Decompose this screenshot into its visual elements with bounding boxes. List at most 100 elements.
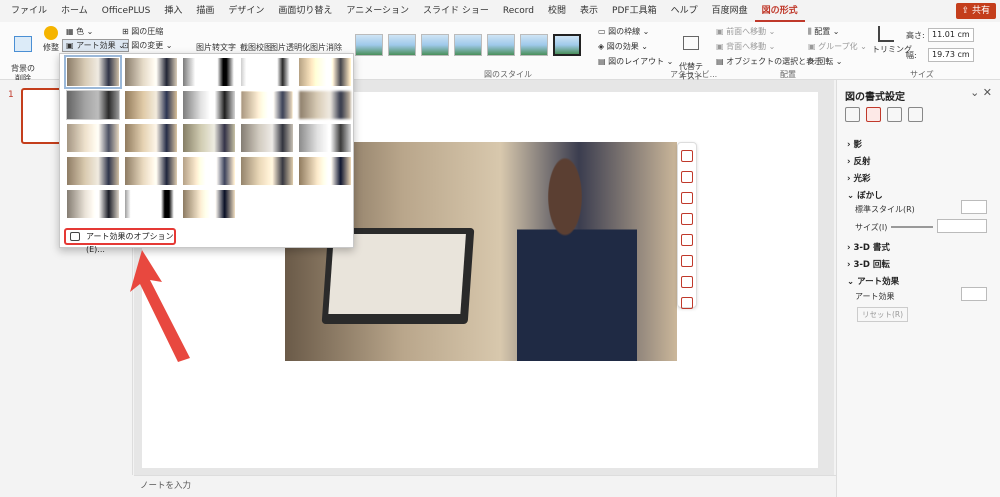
section-art-effects[interactable]: ⌄ アート効果 xyxy=(847,275,899,287)
art-effect-watercolor[interactable] xyxy=(124,123,178,153)
share-button[interactable]: ⇪ 共有 xyxy=(955,3,996,19)
remove-background-button[interactable]: 背景の 削除 xyxy=(8,26,38,84)
image-tool-icon[interactable] xyxy=(681,276,693,288)
copy-tool-icon[interactable] xyxy=(681,255,693,267)
soft-edge-size-input[interactable] xyxy=(937,219,987,233)
soft-edge-size-slider[interactable] xyxy=(891,226,933,228)
soft-edge-preset-dropdown[interactable] xyxy=(961,200,987,214)
corrections-button[interactable]: 修整 xyxy=(40,26,62,53)
art-effect-pencil-sketch[interactable] xyxy=(240,57,294,87)
section-glow[interactable]: › 光彩 xyxy=(847,172,870,184)
focus-tool-icon[interactable] xyxy=(681,234,693,246)
tab-pdf-tools[interactable]: PDF工具箱 xyxy=(605,0,664,22)
tab-draw[interactable]: 描画 xyxy=(189,0,221,22)
section-soft-edges[interactable]: ⌄ ぼかし xyxy=(847,189,883,201)
send-backward-button[interactable]: ▣ 背面へ移動 ⌄ xyxy=(716,41,775,52)
close-icon[interactable]: ⌄ ✕ xyxy=(970,86,992,99)
art-effect-dropdown[interactable] xyxy=(961,287,987,301)
tab-view[interactable]: 表示 xyxy=(573,0,605,22)
sun-icon xyxy=(44,26,58,40)
selection-pane-button[interactable]: ▤ オブジェクトの選択と表示 xyxy=(716,56,822,67)
art-effect-cutout[interactable] xyxy=(182,123,236,153)
picture-border-button[interactable]: ▭ 図の枠線 ⌄ xyxy=(598,26,649,37)
group-button[interactable]: ▣ グループ化 ⌄ xyxy=(808,41,867,52)
art-effects-button[interactable]: ▣ アート効果 ⌄ xyxy=(62,39,129,52)
art-effect-blur[interactable] xyxy=(298,90,352,120)
crop-tool-icon[interactable] xyxy=(681,150,693,162)
picture-style-7[interactable] xyxy=(553,34,581,56)
bring-forward-button[interactable]: ▣ 前面へ移動 ⌄ xyxy=(716,26,775,37)
art-effect-marker[interactable] xyxy=(124,57,178,87)
picture-style-2[interactable] xyxy=(388,34,416,56)
screenshot-check-button[interactable]: 截图校图 xyxy=(240,42,272,53)
rotate-button[interactable]: ⟳ 回転 ⌄ xyxy=(808,56,843,67)
art-effect-none[interactable] xyxy=(64,55,122,89)
enhance-tool-icon[interactable] xyxy=(681,213,693,225)
tab-officeplus[interactable]: OfficePLUS xyxy=(95,0,158,22)
picture-tab-icon[interactable] xyxy=(908,107,923,122)
section-reflection[interactable]: › 反射 xyxy=(847,155,870,167)
change-picture-button[interactable]: ⊡ 図の変更 ⌄ xyxy=(122,40,173,51)
tab-insert[interactable]: 挿入 xyxy=(157,0,189,22)
arrange-group-label: 配置 xyxy=(780,70,796,79)
tab-file[interactable]: ファイル xyxy=(4,0,54,22)
compress-pictures-button[interactable]: ⊞ 図の圧縮 xyxy=(122,26,163,37)
art-effect-film-grain[interactable] xyxy=(240,123,294,153)
tab-transitions[interactable]: 画面切り替え xyxy=(271,0,339,22)
art-effect-pastels[interactable] xyxy=(240,156,294,186)
picture-layout-button[interactable]: ▤ 図のレイアウト ⌄ xyxy=(598,56,673,67)
tab-picture-format[interactable]: 図の形式 xyxy=(754,0,805,22)
picture-border-icon: ▭ xyxy=(598,27,609,36)
width-input[interactable]: 19.73 cm xyxy=(928,48,974,62)
art-effects-options-item[interactable]: アート効果のオプション(E)... xyxy=(64,228,176,254)
art-effect-mosaic[interactable] xyxy=(298,123,352,153)
picture-effects-button[interactable]: ◈ 図の効果 ⌄ xyxy=(598,41,648,52)
art-effect-glass[interactable] xyxy=(66,189,120,219)
picture-style-6[interactable] xyxy=(520,34,548,56)
art-effect-paint-brush[interactable] xyxy=(182,90,236,120)
img-to-text-button[interactable]: 图片转文字 xyxy=(196,42,236,53)
tab-review[interactable]: 校閲 xyxy=(541,0,573,22)
art-effect-cement[interactable] xyxy=(66,156,120,186)
tab-slideshow[interactable]: スライド ショー xyxy=(416,0,496,22)
effects-tab-icon[interactable] xyxy=(866,107,881,122)
art-effect-line-drawing[interactable] xyxy=(298,57,352,87)
tab-design[interactable]: デザイン xyxy=(221,0,271,22)
fill-line-tab-icon[interactable] xyxy=(845,107,860,122)
size-properties-tab-icon[interactable] xyxy=(887,107,902,122)
tab-animations[interactable]: アニメーション xyxy=(339,0,416,22)
art-effect-plastic-wrap[interactable] xyxy=(298,156,352,186)
art-effect-glow-edges[interactable] xyxy=(182,189,236,219)
notes-bar[interactable]: ノートを入力 xyxy=(134,475,836,497)
align-button[interactable]: ⫼ 配置 ⌄ xyxy=(808,26,839,37)
picture-style-4[interactable] xyxy=(454,34,482,56)
picture-style-5[interactable] xyxy=(487,34,515,56)
art-effect-glow-diffused[interactable] xyxy=(240,90,294,120)
art-effect-texturizer[interactable] xyxy=(124,156,178,186)
img-erase-button[interactable]: 图片消除 xyxy=(310,42,342,53)
crop-button[interactable]: トリミング xyxy=(872,26,912,55)
img-transparent-button[interactable]: 图片透明化 xyxy=(270,42,310,53)
art-effect-light-screen[interactable] xyxy=(66,123,120,153)
split-tool-icon[interactable] xyxy=(681,192,693,204)
section-shadow-label: 影 xyxy=(853,140,862,150)
art-tool-icon[interactable] xyxy=(681,171,693,183)
layout-tool-icon[interactable] xyxy=(681,297,693,309)
section-3d-rotation[interactable]: › 3-D 回転 xyxy=(847,258,890,270)
section-shadow[interactable]: › 影 xyxy=(847,138,862,150)
reset-button[interactable]: リセット(R) xyxy=(857,307,909,322)
tab-help[interactable]: ヘルプ xyxy=(664,0,705,22)
tab-home[interactable]: ホーム xyxy=(54,0,95,22)
art-effect-photocopy[interactable] xyxy=(124,189,178,219)
picture-style-3[interactable] xyxy=(421,34,449,56)
art-effect-crisscross[interactable] xyxy=(182,156,236,186)
art-effect-chalk-sketch[interactable] xyxy=(66,90,120,120)
color-button[interactable]: ▦ 色 ⌄ xyxy=(66,26,93,37)
section-3d-format[interactable]: › 3-D 書式 xyxy=(847,241,890,253)
height-input[interactable]: 11.01 cm xyxy=(928,28,974,42)
art-effect-pencil-grayscale[interactable] xyxy=(182,57,236,87)
art-effect-paint-strokes[interactable] xyxy=(124,90,178,120)
tab-baidu[interactable]: 百度网盘 xyxy=(705,0,755,22)
picture-style-1[interactable] xyxy=(355,34,383,56)
tab-record[interactable]: Record xyxy=(496,0,541,22)
